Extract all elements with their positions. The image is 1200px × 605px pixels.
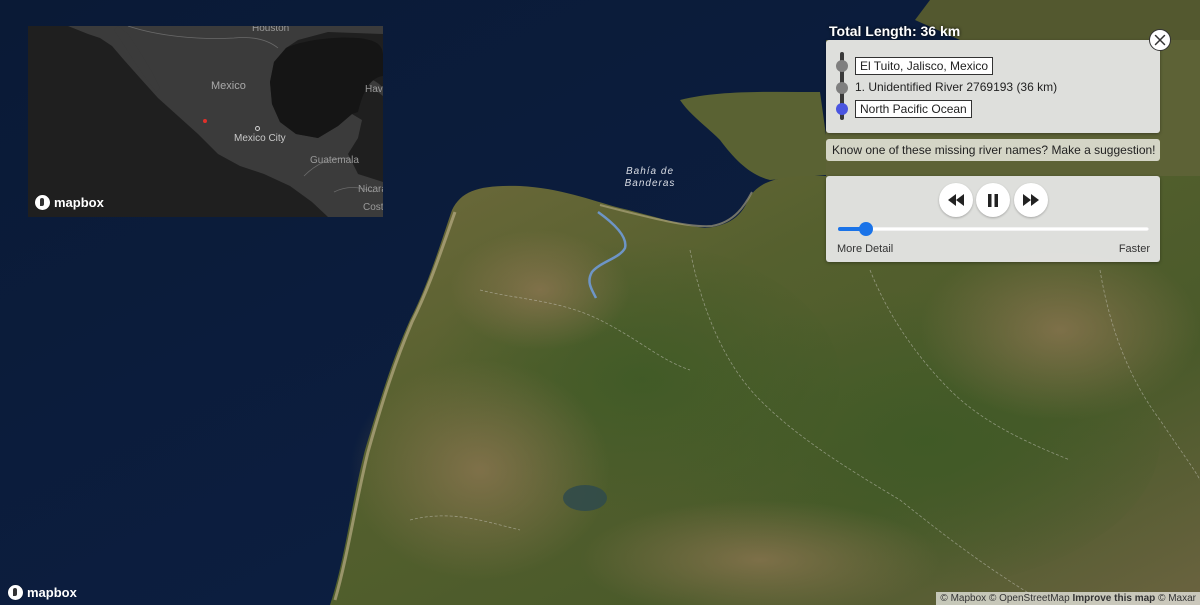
- main-mapbox-logo-text: mapbox: [27, 584, 77, 600]
- route-dot-river: [836, 82, 848, 94]
- route-card: El Tuito, Jalisco, Mexico 1. Unidentifie…: [826, 40, 1160, 133]
- fast-forward-icon: [1023, 194, 1039, 206]
- pause-icon: [988, 193, 998, 207]
- attribution-maxar-link[interactable]: © Maxar: [1158, 593, 1196, 604]
- speed-slider[interactable]: [838, 222, 1149, 236]
- improve-map-link[interactable]: Improve this map: [1072, 593, 1155, 604]
- map-attribution: © Mapbox © OpenStreetMap Improve this ma…: [936, 592, 1200, 605]
- mapbox-logo-icon: [8, 584, 23, 600]
- inset-label-nicaragua: Nicara: [358, 184, 383, 195]
- pause-button[interactable]: [976, 183, 1010, 217]
- inset-label-guatemala: Guatemala: [310, 155, 359, 166]
- close-button[interactable]: [1149, 29, 1171, 51]
- river-location-marker: [203, 119, 207, 123]
- route-dot-source: [836, 60, 848, 72]
- attribution-mapbox-link[interactable]: © Mapbox: [940, 593, 986, 604]
- inset-label-mexico-city: Mexico City: [234, 133, 286, 144]
- route-dot-mouth: [836, 103, 848, 115]
- rewind-button[interactable]: [939, 183, 973, 217]
- route-source-link[interactable]: El Tuito, Jalisco, Mexico: [855, 57, 994, 75]
- mapbox-logo-icon: [35, 194, 50, 210]
- inset-label-costa-rica: Costa: [363, 202, 383, 213]
- slider-max-label: Faster: [1118, 243, 1150, 255]
- attribution-osm-link[interactable]: © OpenStreetMap: [989, 593, 1070, 604]
- route-river-item[interactable]: 1. Unidentified River 2769193 (36 km): [855, 80, 1057, 94]
- inset-label-houston: Houston: [252, 26, 290, 34]
- close-icon: [1154, 34, 1166, 46]
- rewind-icon: [948, 194, 964, 206]
- playback-controls: More Detail Faster: [826, 176, 1160, 262]
- route-mouth-link[interactable]: North Pacific Ocean: [855, 100, 972, 118]
- overview-inset-map[interactable]: Houston Mexico Hava Mexico City Guatemal…: [28, 26, 383, 217]
- slider-min-label: More Detail: [837, 243, 894, 255]
- mexico-city-dot: [255, 126, 260, 131]
- bay-label: Bahía de Banderas: [624, 166, 676, 189]
- suggest-river-name-link[interactable]: Know one of these missing river names? M…: [826, 139, 1160, 161]
- speed-slider-thumb[interactable]: [858, 222, 873, 236]
- total-length-label: Total Length: 36 km: [829, 23, 961, 39]
- main-mapbox-logo[interactable]: mapbox: [8, 583, 77, 601]
- inset-label-havana: Hava: [365, 84, 383, 95]
- inset-mapbox-logo-text: mapbox: [54, 194, 104, 210]
- inset-mapbox-logo[interactable]: mapbox: [35, 193, 104, 211]
- fast-forward-button[interactable]: [1014, 183, 1048, 217]
- inset-label-mexico: Mexico: [211, 80, 246, 92]
